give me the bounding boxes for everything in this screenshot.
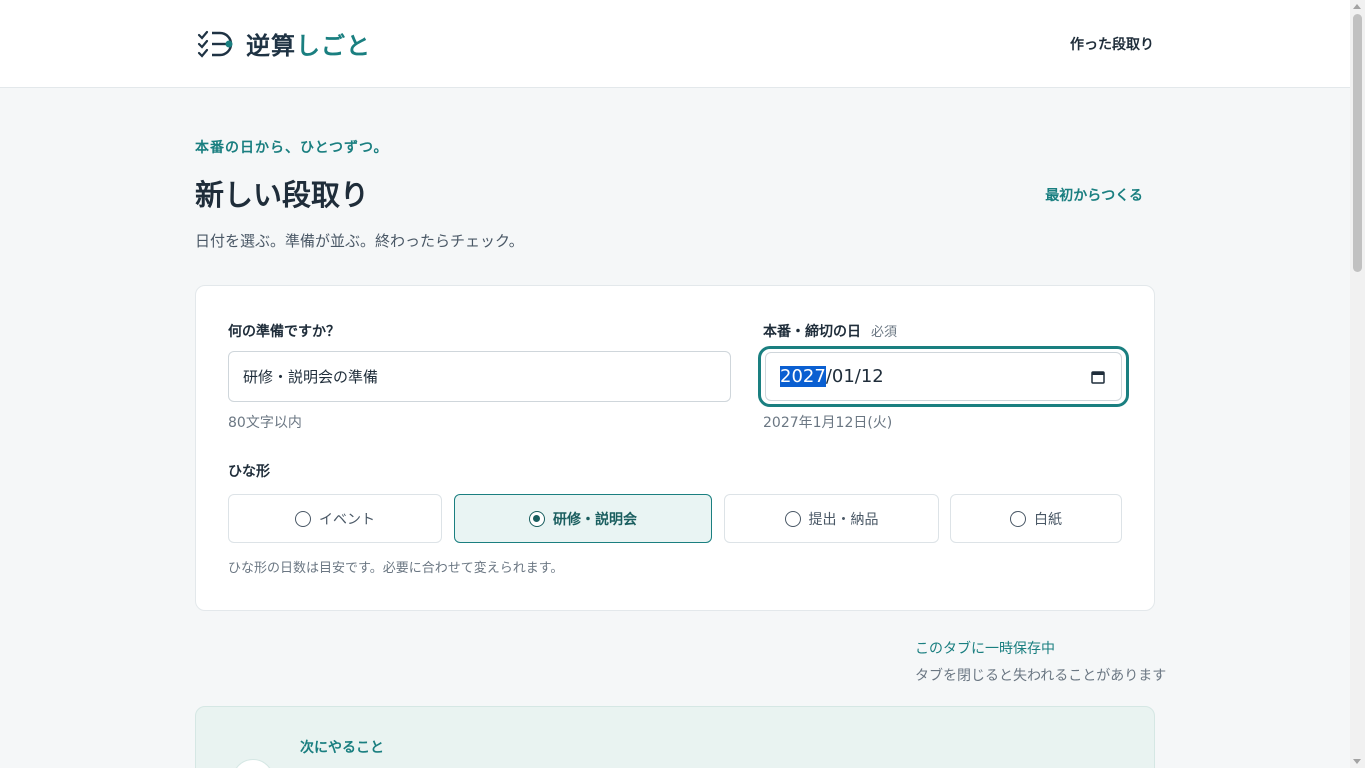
template-option-label: 研修・説明会 <box>553 511 637 528</box>
logo-text: 逆算しごと <box>246 26 371 61</box>
radio-unchecked-icon <box>295 510 311 527</box>
template-option-submission[interactable]: 提出・納品 <box>724 494 939 543</box>
template-option-label: 白紙 <box>1034 511 1062 528</box>
template-option-training[interactable]: 研修・説明会 <box>454 494 712 543</box>
next-step-title: 次にやること <box>300 740 384 756</box>
eyebrow-text: 本番の日から、ひとつずつ。 <box>195 140 389 156</box>
date-month-day-segment[interactable]: /01/12 <box>826 366 884 387</box>
task-input[interactable] <box>228 351 731 402</box>
template-option-event[interactable]: イベント <box>228 494 442 543</box>
site-header: 逆算しごと 作った段取り <box>0 0 1350 88</box>
scroll-down-arrow-icon[interactable] <box>1353 759 1361 764</box>
date-year-segment[interactable]: 2027 <box>780 366 826 387</box>
date-label: 本番・締切の日 必須 <box>763 321 897 341</box>
task-hint: 80文字以内 <box>228 415 302 431</box>
radio-unchecked-icon <box>784 510 801 527</box>
date-display: 2027年1月12日(火) <box>763 415 893 431</box>
page-title: 新しい段取り <box>195 178 370 212</box>
save-note: タブを閉じると失われることがあります <box>915 668 1167 684</box>
radio-checked-icon <box>529 510 545 527</box>
next-step-indicator <box>232 759 274 768</box>
required-badge: 必須 <box>871 325 898 340</box>
radio-unchecked-icon <box>1010 510 1026 527</box>
scrollbar[interactable] <box>1350 0 1365 768</box>
template-option-blank[interactable]: 白紙 <box>950 494 1122 543</box>
scrollbar-thumb[interactable] <box>1353 14 1362 272</box>
logo-text-dark: 逆算 <box>246 32 296 60</box>
scroll-up-arrow-icon[interactable] <box>1353 4 1361 9</box>
task-label: 何の準備ですか？ <box>228 324 340 340</box>
next-step-card: 次にやること <box>195 706 1155 768</box>
template-label: ひな形 <box>228 464 270 480</box>
checklist-arrow-icon <box>197 30 233 58</box>
calendar-icon[interactable] <box>1091 370 1105 384</box>
template-hint: ひな形の日数は目安です。必要に合わせて変えられます。 <box>228 561 564 576</box>
date-input-focus-ring: 2027/01/12 <box>758 346 1129 407</box>
template-option-label: 提出・納品 <box>808 511 879 528</box>
save-status: このタブに一時保存中 <box>915 641 1055 657</box>
date-label-text: 本番・締切の日 <box>763 324 861 340</box>
date-input[interactable]: 2027/01/12 <box>765 352 1122 401</box>
logo[interactable]: 逆算しごと <box>196 26 371 61</box>
page-subtitle: 日付を選ぶ。準備が並ぶ。終わったらチェック。 <box>195 232 524 250</box>
my-plans-link[interactable]: 作った段取り <box>1070 34 1154 54</box>
plan-form-card: 何の準備ですか？ 80文字以内 本番・締切の日必須 2027/01/12 202… <box>195 285 1155 611</box>
template-option-label: イベント <box>319 511 375 528</box>
logo-text-teal: しごと <box>296 32 371 60</box>
restart-link[interactable]: 最初からつくる <box>1045 185 1143 205</box>
